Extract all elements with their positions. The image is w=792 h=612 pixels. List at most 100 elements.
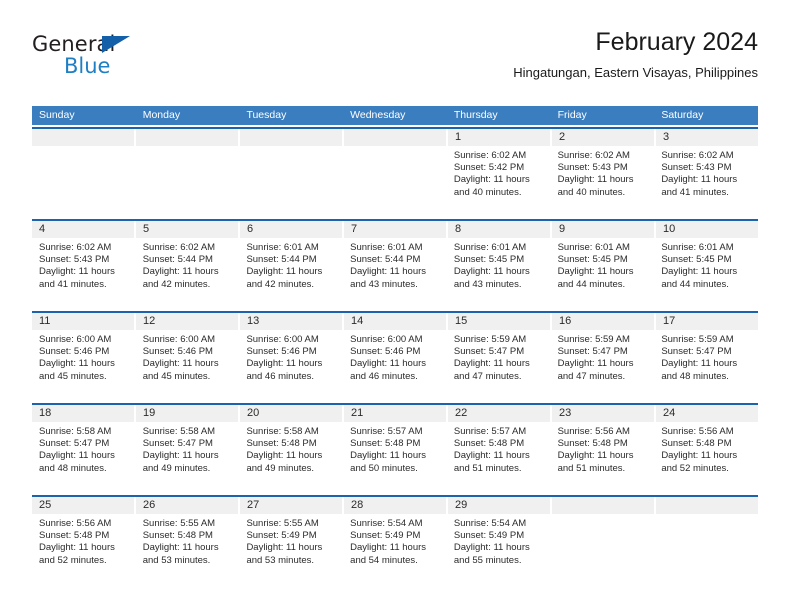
day-cell-22[interactable]: Sunrise: 5:57 AM Sunset: 5:48 PM Daylight:… (447, 422, 551, 493)
day-number-21[interactable]: 21 (344, 405, 448, 422)
day-detail-line: and 48 minutes. (661, 370, 729, 382)
day-detail-line: Sunset: 5:48 PM (246, 438, 317, 450)
day-detail-line: Daylight: 11 hours (39, 542, 115, 554)
blue-triangle-icon (102, 36, 130, 53)
day-number-8[interactable]: 8 (448, 221, 552, 238)
day-detail-line: Sunset: 5:45 PM (453, 254, 525, 266)
day-number-1[interactable]: 1 (448, 129, 552, 146)
day-number-26[interactable]: 26 (136, 497, 240, 514)
day-detail-line: Sunset: 5:48 PM (350, 438, 421, 450)
page-title: February 2024 (595, 28, 758, 56)
day-detail-line: Daylight: 11 hours (246, 358, 323, 370)
day-detail-line: Sunset: 5:49 PM (246, 530, 317, 542)
day-cell-13[interactable]: Sunrise: 6:00 AM Sunset: 5:46 PM Daylight:… (239, 330, 343, 401)
day-number-9[interactable]: 9 (552, 221, 656, 238)
day-cell-28[interactable]: Sunrise: 5:54 AM Sunset: 5:49 PM Daylight:… (343, 514, 447, 585)
day-detail-line: Sunset: 5:48 PM (557, 438, 628, 450)
day-detail-line: Sunrise: 6:02 AM (661, 150, 734, 161)
day-detail-line: Daylight: 11 hours (39, 266, 115, 278)
day-cell-1[interactable]: Sunrise: 6:02 AM Sunset: 5:42 PM Daylight:… (447, 146, 551, 217)
day-cell-26[interactable]: Sunrise: 5:55 AM Sunset: 5:48 PM Daylight:… (136, 514, 240, 585)
day-number-18[interactable]: 18 (32, 405, 136, 422)
day-number-5[interactable]: 5 (136, 221, 240, 238)
day-cell-9[interactable]: Sunrise: 6:01 AM Sunset: 5:45 PM Daylight:… (551, 238, 655, 309)
day-detail-line: Daylight: 11 hours (142, 358, 219, 370)
day-detail-line: Daylight: 11 hours (661, 174, 738, 186)
day-detail-line: Sunset: 5:44 PM (142, 254, 213, 266)
calendar-table: Sunday Monday Tuesday Wednesday Thursday Frid… (32, 106, 758, 585)
day-cell-5[interactable]: Sunrise: 6:02 AM Sunset: 5:44 PM Daylight:… (136, 238, 240, 309)
day-detail-line: Daylight: 11 hours (142, 542, 219, 554)
day-number-12[interactable]: 12 (136, 313, 240, 330)
day-detail-line: and 52 minutes. (661, 462, 729, 474)
day-cell-21[interactable]: Sunrise: 5:57 AM Sunset: 5:48 PM Daylight:… (343, 422, 447, 493)
day-detail-line: Sunrise: 5:56 AM (39, 518, 112, 529)
day-number-4[interactable]: 4 (32, 221, 136, 238)
day-detail-band: Sunrise: 6:02 AM Sunset: 5:43 PM Daylight:… (32, 238, 758, 309)
day-cell-8[interactable]: Sunrise: 6:01 AM Sunset: 5:45 PM Daylight:… (447, 238, 551, 309)
weekday-header-monday: Monday (142, 109, 181, 121)
day-cell-empty (136, 146, 240, 217)
day-detail-line: Sunrise: 6:00 AM (246, 334, 319, 345)
weekday-header-row: Sunday Monday Tuesday Wednesday Thursday Frid… (32, 106, 758, 125)
day-number-20[interactable]: 20 (240, 405, 344, 422)
day-number-band: 18 19 20 21 22 23 24 (32, 405, 758, 422)
day-cell-12[interactable]: Sunrise: 6:00 AM Sunset: 5:46 PM Daylight:… (136, 330, 240, 401)
day-cell-18[interactable]: Sunrise: 5:58 AM Sunset: 5:47 PM Daylight:… (32, 422, 136, 493)
day-detail-line: Sunset: 5:45 PM (557, 254, 628, 266)
day-number-11[interactable]: 11 (32, 313, 136, 330)
day-cell-4[interactable]: Sunrise: 6:02 AM Sunset: 5:43 PM Daylight:… (32, 238, 136, 309)
day-detail-line: and 55 minutes. (453, 554, 522, 566)
day-cell-14[interactable]: Sunrise: 6:00 AM Sunset: 5:46 PM Daylight:… (343, 330, 447, 401)
day-number-13[interactable]: 13 (240, 313, 344, 330)
day-cell-10[interactable]: Sunrise: 6:01 AM Sunset: 5:45 PM Daylight:… (654, 238, 758, 309)
day-number-27[interactable]: 27 (240, 497, 344, 514)
day-number-14[interactable]: 14 (344, 313, 448, 330)
day-detail-line: Sunset: 5:49 PM (350, 530, 421, 542)
day-cell-20[interactable]: Sunrise: 5:58 AM Sunset: 5:48 PM Daylight:… (239, 422, 343, 493)
day-detail-line: Sunrise: 6:02 AM (453, 150, 527, 161)
day-detail-line: Sunset: 5:44 PM (350, 254, 421, 266)
day-cell-25[interactable]: Sunrise: 5:56 AM Sunset: 5:48 PM Daylight:… (32, 514, 136, 585)
day-number-23[interactable]: 23 (552, 405, 656, 422)
day-detail-line: and 45 minutes. (142, 370, 211, 382)
day-detail-line: Sunset: 5:48 PM (661, 438, 732, 450)
day-number-10[interactable]: 10 (656, 221, 758, 238)
day-number-empty (240, 129, 344, 146)
day-cell-27[interactable]: Sunrise: 5:55 AM Sunset: 5:49 PM Daylight:… (239, 514, 343, 585)
day-cell-29[interactable]: Sunrise: 5:54 AM Sunset: 5:49 PM Daylight:… (447, 514, 551, 585)
day-cell-23[interactable]: Sunrise: 5:56 AM Sunset: 5:48 PM Daylight:… (551, 422, 655, 493)
day-cell-15[interactable]: Sunrise: 5:59 AM Sunset: 5:47 PM Daylight:… (447, 330, 551, 401)
day-cell-17[interactable]: Sunrise: 5:59 AM Sunset: 5:47 PM Daylight:… (654, 330, 758, 401)
day-number-24[interactable]: 24 (656, 405, 758, 422)
day-number-28[interactable]: 28 (344, 497, 448, 514)
day-number-16[interactable]: 16 (552, 313, 656, 330)
day-cell-2[interactable]: Sunrise: 6:02 AM Sunset: 5:43 PM Daylight:… (551, 146, 655, 217)
day-cell-7[interactable]: Sunrise: 6:01 AM Sunset: 5:44 PM Daylight:… (343, 238, 447, 309)
day-detail-line: Sunset: 5:43 PM (39, 254, 110, 266)
day-number-17[interactable]: 17 (656, 313, 758, 330)
day-detail-line: Daylight: 11 hours (661, 450, 738, 462)
day-number-7[interactable]: 7 (344, 221, 448, 238)
day-number-6[interactable]: 6 (240, 221, 344, 238)
day-cell-11[interactable]: Sunrise: 6:00 AM Sunset: 5:46 PM Daylight:… (32, 330, 136, 401)
day-detail-line: Daylight: 11 hours (39, 358, 115, 370)
day-number-3[interactable]: 3 (656, 129, 758, 146)
day-cell-24[interactable]: Sunrise: 5:56 AM Sunset: 5:48 PM Daylight:… (654, 422, 758, 493)
day-cell-empty (239, 146, 343, 217)
day-cell-19[interactable]: Sunrise: 5:58 AM Sunset: 5:47 PM Daylight:… (136, 422, 240, 493)
day-detail-line: Sunrise: 6:02 AM (142, 242, 216, 253)
day-detail-line: Daylight: 11 hours (453, 450, 530, 462)
day-cell-3[interactable]: Sunrise: 6:02 AM Sunset: 5:43 PM Daylight:… (654, 146, 758, 217)
day-number-22[interactable]: 22 (448, 405, 552, 422)
day-number-25[interactable]: 25 (32, 497, 136, 514)
day-detail-line: and 49 minutes. (142, 462, 211, 474)
day-cell-16[interactable]: Sunrise: 5:59 AM Sunset: 5:47 PM Daylight:… (551, 330, 655, 401)
day-number-29[interactable]: 29 (448, 497, 552, 514)
general-blue-logo[interactable]: General Blue (32, 34, 212, 90)
day-cell-6[interactable]: Sunrise: 6:01 AM Sunset: 5:44 PM Daylight:… (239, 238, 343, 309)
day-number-2[interactable]: 2 (552, 129, 656, 146)
calendar-page: General Blue February 2024 Hingatungan, … (0, 0, 792, 612)
day-number-19[interactable]: 19 (136, 405, 240, 422)
day-number-15[interactable]: 15 (448, 313, 552, 330)
